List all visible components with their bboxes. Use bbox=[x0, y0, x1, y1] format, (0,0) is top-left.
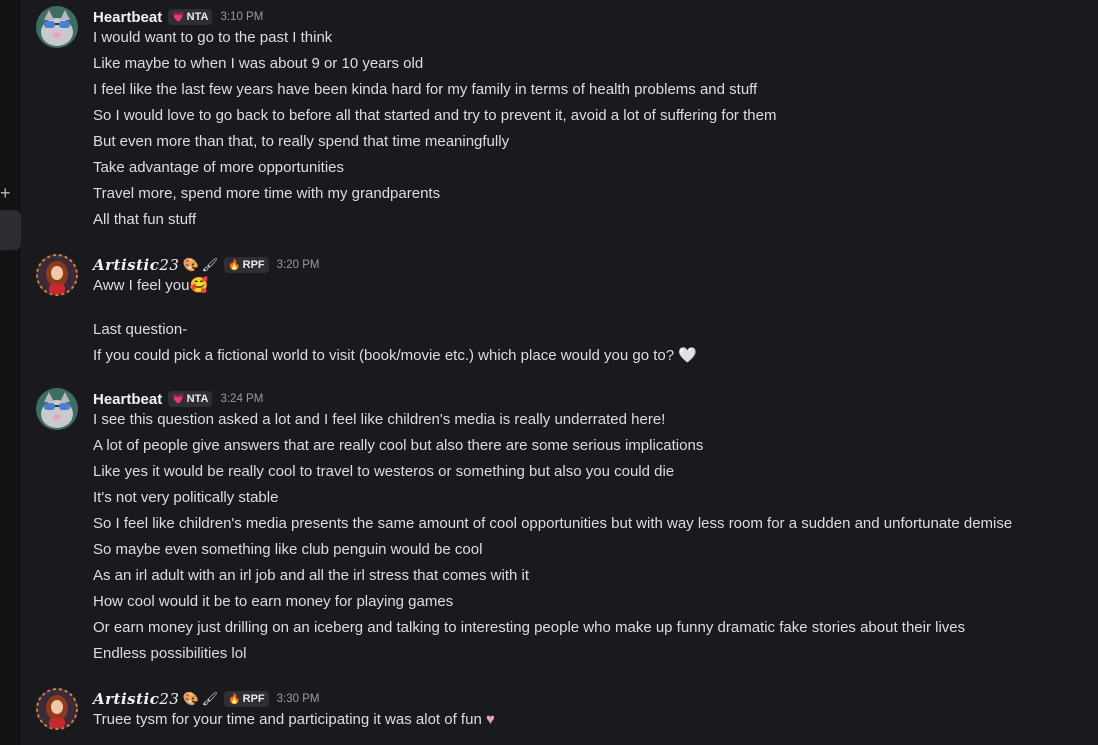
username[interactable]: Artistic23 bbox=[93, 690, 179, 708]
avatar[interactable] bbox=[36, 388, 78, 430]
username-number: 23 bbox=[159, 256, 180, 274]
message-line: I would want to go to the past I think bbox=[93, 29, 333, 46]
server-rail: + bbox=[0, 0, 21, 745]
message-text: If you could pick a fictional world to v… bbox=[93, 347, 675, 364]
palette-icon: 🎨 bbox=[182, 257, 199, 272]
message-line: Take advantage of more opportunities bbox=[93, 159, 344, 176]
message-text: Aww I feel you bbox=[93, 277, 190, 294]
timestamp[interactable]: 3:20 PM bbox=[277, 259, 320, 271]
message-line: Or earn money just drilling on an iceber… bbox=[93, 619, 966, 636]
heart-face-emoji-icon: 🥰 bbox=[189, 277, 209, 294]
message-line: Aww I feel you🥰 bbox=[93, 276, 697, 302]
guild-tag[interactable]: 🔥 RPF bbox=[224, 691, 269, 707]
guild-tag-label: RPF bbox=[242, 693, 265, 705]
message-line: Like maybe to when I was about 9 or 10 y… bbox=[93, 55, 424, 72]
message-header: Heartbeat 💗 NTA 3:10 PM bbox=[93, 6, 263, 28]
message-line: So maybe even something like club pengui… bbox=[93, 541, 483, 558]
message-line: But even more than that, to really spend… bbox=[93, 133, 510, 150]
message-content: I see this question asked a lot and I fe… bbox=[93, 410, 1012, 670]
message-content: Truee tysm for your time and participati… bbox=[93, 710, 495, 736]
guild-tag-label: NTA bbox=[186, 11, 209, 23]
message-content: Aww I feel you🥰 Last question- If you co… bbox=[93, 276, 697, 372]
message-header: Heartbeat 💗 NTA 3:24 PM bbox=[93, 388, 263, 410]
username-number: 23 bbox=[159, 690, 180, 708]
username[interactable]: Heartbeat bbox=[93, 391, 162, 408]
message-line: Travel more, spend more time with my gra… bbox=[93, 185, 441, 202]
username-text: Artistic bbox=[93, 256, 160, 274]
message-line: So I feel like children's media presents… bbox=[93, 515, 1013, 532]
message-header: Artistic23 🎨 🖌 🔥 RPF 3:30 PM bbox=[93, 688, 319, 710]
chat-panel: Heartbeat 💗 NTA 3:10 PM I would want to … bbox=[21, 0, 1098, 745]
avatar[interactable] bbox=[36, 6, 78, 48]
message-line: All that fun stuff bbox=[93, 211, 197, 228]
pink-heart-badge-icon: 💗 bbox=[172, 11, 185, 23]
paintbrush-icon: 🖌 bbox=[201, 257, 219, 272]
message-line: Last question- bbox=[93, 321, 188, 338]
heart-emoji-icon: ♥ bbox=[481, 711, 495, 728]
server-pill[interactable] bbox=[0, 210, 21, 250]
message-line: Like yes it would be really cool to trav… bbox=[93, 463, 675, 480]
thinking-emoji-icon: 🤍 bbox=[674, 347, 697, 364]
palette-icon: 🎨 bbox=[182, 691, 199, 706]
message-line: Endless possibilities lol bbox=[93, 645, 247, 662]
message-line: How cool would it be to earn money for p… bbox=[93, 593, 454, 610]
message-line: So I would love to go back to before all… bbox=[93, 107, 777, 124]
message-text: Truee tysm for your time and participati… bbox=[93, 711, 482, 728]
username-text: Artistic bbox=[93, 690, 160, 708]
fire-badge-icon: 🔥 bbox=[228, 693, 241, 705]
message-line: Truee tysm for your time and participati… bbox=[93, 710, 495, 736]
guild-tag-label: NTA bbox=[186, 393, 209, 405]
avatar[interactable] bbox=[36, 688, 78, 730]
message-line: I feel like the last few years have been… bbox=[93, 81, 758, 98]
username[interactable]: Heartbeat bbox=[93, 9, 162, 26]
message-line: A lot of people give answers that are re… bbox=[93, 437, 704, 454]
avatar[interactable] bbox=[36, 254, 78, 296]
message-line: It's not very politically stable bbox=[93, 489, 279, 506]
message-content: I would want to go to the past I think L… bbox=[93, 28, 776, 236]
message-line: I see this question asked a lot and I fe… bbox=[93, 411, 666, 428]
timestamp[interactable]: 3:30 PM bbox=[277, 693, 320, 705]
fire-badge-icon: 🔥 bbox=[228, 259, 241, 271]
paintbrush-icon: 🖌 bbox=[201, 691, 219, 706]
add-server-icon[interactable]: + bbox=[0, 183, 11, 203]
message-header: Artistic23 🎨 🖌 🔥 RPF 3:20 PM bbox=[93, 254, 319, 276]
guild-tag-label: RPF bbox=[242, 259, 265, 271]
guild-tag[interactable]: 💗 NTA bbox=[168, 9, 213, 25]
timestamp[interactable]: 3:10 PM bbox=[220, 11, 263, 23]
timestamp[interactable]: 3:24 PM bbox=[220, 393, 263, 405]
username[interactable]: Artistic23 bbox=[93, 256, 179, 274]
pink-heart-badge-icon: 💗 bbox=[172, 393, 185, 405]
guild-tag[interactable]: 💗 NTA bbox=[168, 391, 213, 407]
guild-tag[interactable]: 🔥 RPF bbox=[224, 257, 269, 273]
message-line: If you could pick a fictional world to v… bbox=[93, 346, 697, 372]
message-line: As an irl adult with an irl job and all … bbox=[93, 567, 530, 584]
